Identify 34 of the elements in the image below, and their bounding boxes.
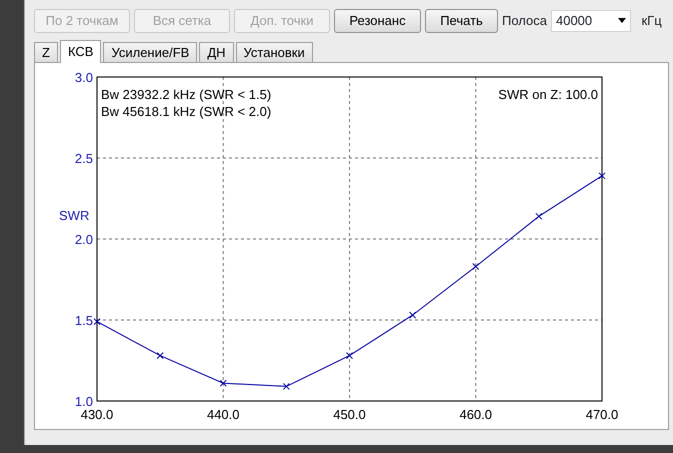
x-tick-label: 460.0 [459,407,492,422]
data-point-marker [156,352,164,360]
y-tick-label: 2.0 [74,232,93,247]
band-label: Полоса [502,12,547,30]
x-tick-label: 430.0 [80,407,114,422]
y-tick-label: 1.5 [74,313,93,328]
y-tick-label: 2.5 [74,151,93,166]
toolbar-button[interactable]: Резонанс [334,8,421,32]
band-select[interactable]: 40000 [550,10,631,32]
bandwidth-text: Bw 23932.2 kHz (SWR < 1.5) [101,87,272,102]
x-tick-label: 440.0 [206,407,240,422]
tab[interactable]: Установки [236,42,313,62]
y-tick-label: 1.0 [74,394,93,409]
reference-impedance-text: SWR on Z: 100.0 [498,87,598,102]
data-point-marker [472,263,480,270]
data-point-marker [94,318,100,326]
data-point-marker [220,380,227,387]
x-tick-label: 450.0 [333,407,366,422]
y-axis-label: SWR [59,208,90,223]
bandwidth-text: Bw 45618.1 kHz (SWR < 2.0) [101,104,272,119]
x-tick-label: 470.0 [586,407,618,422]
toolbar-button[interactable]: Печать [425,8,498,32]
y-tick-label: 3.0 [74,70,93,85]
tab[interactable]: ДН [199,42,234,62]
dropdown-caret-icon [618,18,626,23]
data-point-marker [598,172,606,180]
data-point-marker [535,212,542,220]
data-point-marker [282,382,290,390]
data-point-marker [346,352,353,360]
data-point-marker [409,312,416,319]
tab[interactable]: Z [34,42,58,62]
tab[interactable]: КСВ [60,40,102,63]
tab[interactable]: Усиление/FB [103,42,198,62]
band-unit: кГц [641,12,662,30]
